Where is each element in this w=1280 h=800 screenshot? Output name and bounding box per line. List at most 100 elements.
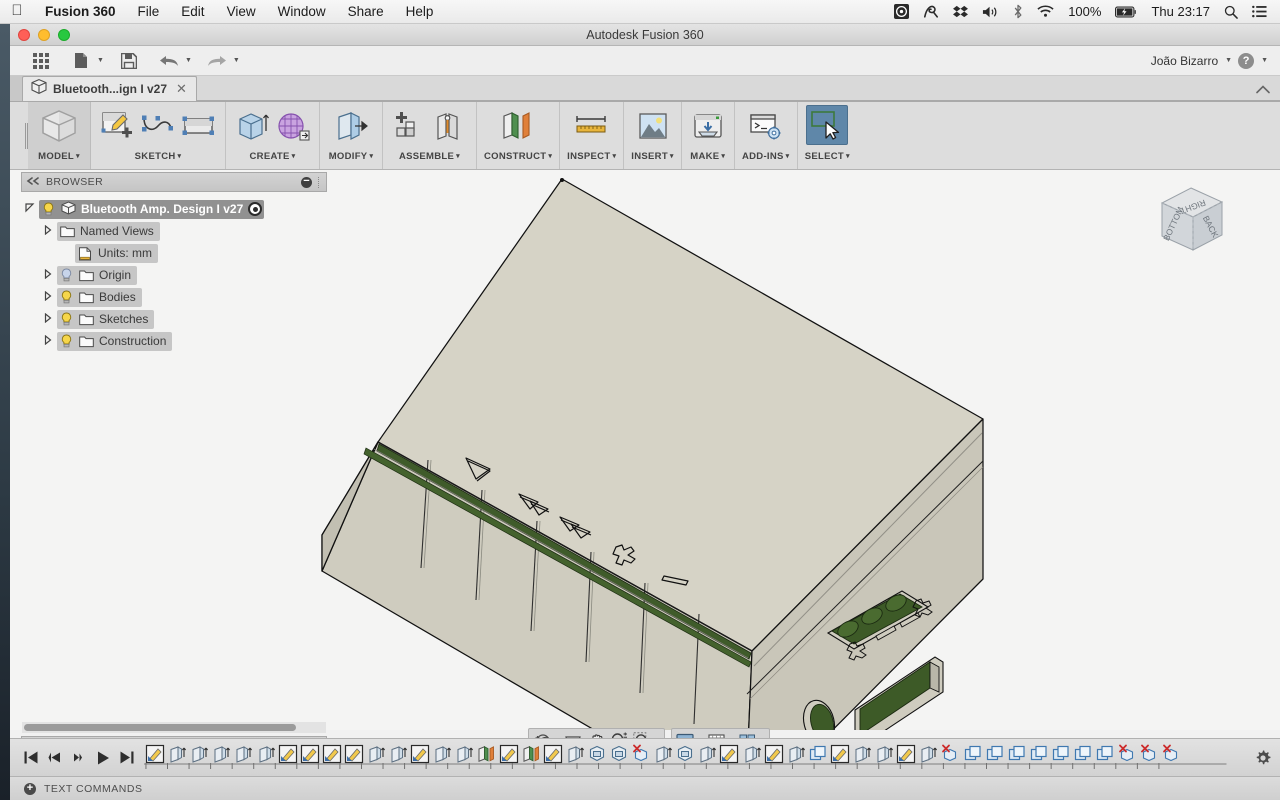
- monitor-icon[interactable]: [674, 730, 697, 738]
- menu-file[interactable]: File: [127, 4, 171, 19]
- double-chevron-left-icon[interactable]: [26, 177, 40, 187]
- combine-icon[interactable]: [1029, 744, 1049, 764]
- sketch-icon[interactable]: [410, 744, 430, 764]
- chevron-down-icon[interactable]: ▾: [721, 152, 725, 160]
- undo-caret-icon[interactable]: ▼: [185, 57, 192, 64]
- plane-icon[interactable]: [521, 744, 541, 764]
- extrude-icon[interactable]: [454, 744, 474, 764]
- extrude-icon[interactable]: [653, 744, 673, 764]
- extrude-icon[interactable]: [211, 744, 231, 764]
- viewports-icon[interactable]: [736, 730, 759, 738]
- sketch-icon[interactable]: [300, 744, 320, 764]
- offset-plane-icon[interactable]: [494, 105, 542, 147]
- scrollbar-thumb[interactable]: [24, 724, 296, 731]
- play-icon[interactable]: [92, 745, 114, 771]
- extrude-icon[interactable]: [256, 744, 276, 764]
- 3d-print-icon[interactable]: [689, 105, 727, 147]
- collapse-arrow-icon[interactable]: [39, 312, 57, 325]
- collapse-arrow-icon[interactable]: [39, 290, 57, 303]
- chevron-down-icon[interactable]: ▾: [846, 152, 850, 160]
- tree-row-origin[interactable]: Origin: [21, 264, 327, 286]
- delete-face-icon[interactable]: [1117, 744, 1137, 764]
- spotlight-search-icon[interactable]: [1224, 5, 1238, 19]
- volume-icon[interactable]: [982, 5, 999, 19]
- skip-end-icon[interactable]: [116, 745, 138, 771]
- show-data-panel-button[interactable]: [26, 49, 56, 73]
- sketch-pencil-icon[interactable]: [98, 105, 136, 147]
- tree-row-construction[interactable]: Construction: [21, 330, 327, 352]
- extrude-icon[interactable]: [388, 744, 408, 764]
- extrude-icon[interactable]: [189, 744, 209, 764]
- select-cursor-icon[interactable]: [806, 105, 849, 145]
- redo-caret-icon[interactable]: ▼: [233, 57, 240, 64]
- sculpt-form-icon[interactable]: [274, 105, 312, 147]
- tree-row-root[interactable]: Bluetooth Amp. Design I v27: [21, 198, 327, 220]
- shell-icon[interactable]: [675, 744, 695, 764]
- sketch-icon[interactable]: [499, 744, 519, 764]
- spline-curve-icon[interactable]: [139, 105, 177, 147]
- rectangle-icon[interactable]: [180, 105, 218, 147]
- plane-icon[interactable]: [476, 744, 496, 764]
- tree-item-construction[interactable]: Construction: [57, 331, 173, 351]
- look-at-icon[interactable]: [562, 730, 585, 738]
- menu-window[interactable]: Window: [267, 4, 337, 19]
- sketch-icon[interactable]: [896, 744, 916, 764]
- extrude-icon[interactable]: [742, 744, 762, 764]
- sketch-icon[interactable]: [278, 744, 298, 764]
- combine-icon[interactable]: [1073, 744, 1093, 764]
- extrude-icon[interactable]: [874, 744, 894, 764]
- chevron-down-icon[interactable]: ▾: [369, 152, 373, 160]
- combine-icon[interactable]: [963, 744, 983, 764]
- extrude-icon[interactable]: [697, 744, 717, 764]
- tree-item-origin[interactable]: Origin: [57, 265, 138, 285]
- timemachine-icon[interactable]: [894, 4, 910, 19]
- collapse-arrow-icon[interactable]: [39, 268, 57, 281]
- sketch-icon[interactable]: [344, 744, 364, 764]
- wifi-icon[interactable]: [1037, 5, 1054, 18]
- tree-item-bodies[interactable]: Bodies: [57, 287, 142, 307]
- display-caret-icon[interactable]: ▼: [695, 737, 702, 738]
- view-cube[interactable]: RIGHT BOTTOM BACK: [1146, 180, 1236, 260]
- combine-icon[interactable]: [808, 744, 828, 764]
- redo-button[interactable]: [202, 49, 232, 73]
- help-icon[interactable]: ?: [1238, 52, 1255, 69]
- sketch-icon[interactable]: [145, 744, 165, 764]
- visibility-eye-icon[interactable]: [248, 202, 263, 216]
- grid-caret-icon[interactable]: ▼: [726, 737, 733, 738]
- press-pull-icon[interactable]: [327, 105, 375, 147]
- tree-row-bodies[interactable]: Bodies: [21, 286, 327, 308]
- battery-icon[interactable]: [1115, 6, 1137, 18]
- tree-item-named-views[interactable]: Named Views: [57, 221, 160, 241]
- orbit-caret-icon[interactable]: ▼: [552, 737, 559, 738]
- chevron-down-icon[interactable]: ▾: [456, 152, 460, 160]
- extrude-icon[interactable]: [565, 744, 585, 764]
- lightbulb-off-icon[interactable]: [60, 268, 74, 282]
- combine-icon[interactable]: [985, 744, 1005, 764]
- zoom-window-icon[interactable]: [631, 730, 654, 738]
- tree-item-component[interactable]: Bluetooth Amp. Design I v27: [39, 199, 265, 219]
- notification-center-icon[interactable]: [1252, 5, 1267, 18]
- combine-icon[interactable]: [1051, 744, 1071, 764]
- sketch-icon[interactable]: [719, 744, 739, 764]
- delete-face-icon[interactable]: [940, 744, 960, 764]
- chevron-down-icon[interactable]: ▾: [786, 152, 790, 160]
- tree-row-named-views[interactable]: Named Views: [21, 220, 327, 242]
- step-back-icon[interactable]: [44, 745, 66, 771]
- close-icon[interactable]: ✕: [173, 81, 190, 97]
- sketch-icon[interactable]: [322, 744, 342, 764]
- save-button[interactable]: [114, 49, 144, 73]
- extrude-icon[interactable]: [366, 744, 386, 764]
- menubar-clock[interactable]: Thu 23:17: [1151, 4, 1210, 19]
- model-cube-icon[interactable]: [35, 105, 83, 147]
- delete-face-icon[interactable]: [1139, 744, 1159, 764]
- tree-row-sketches[interactable]: Sketches: [21, 308, 327, 330]
- new-component-icon[interactable]: [390, 105, 428, 147]
- workspace-selector[interactable]: MODEL ▾: [28, 102, 91, 169]
- extrude-icon[interactable]: [233, 105, 271, 147]
- dropbox-icon[interactable]: [953, 5, 969, 19]
- tree-row-units[interactable]: Units: mm: [21, 242, 327, 264]
- extrude-icon[interactable]: [233, 744, 253, 764]
- comments-panel[interactable]: COMMENTS +: [21, 736, 327, 738]
- new-file-caret-icon[interactable]: ▼: [97, 57, 104, 64]
- extrude-icon[interactable]: [167, 744, 187, 764]
